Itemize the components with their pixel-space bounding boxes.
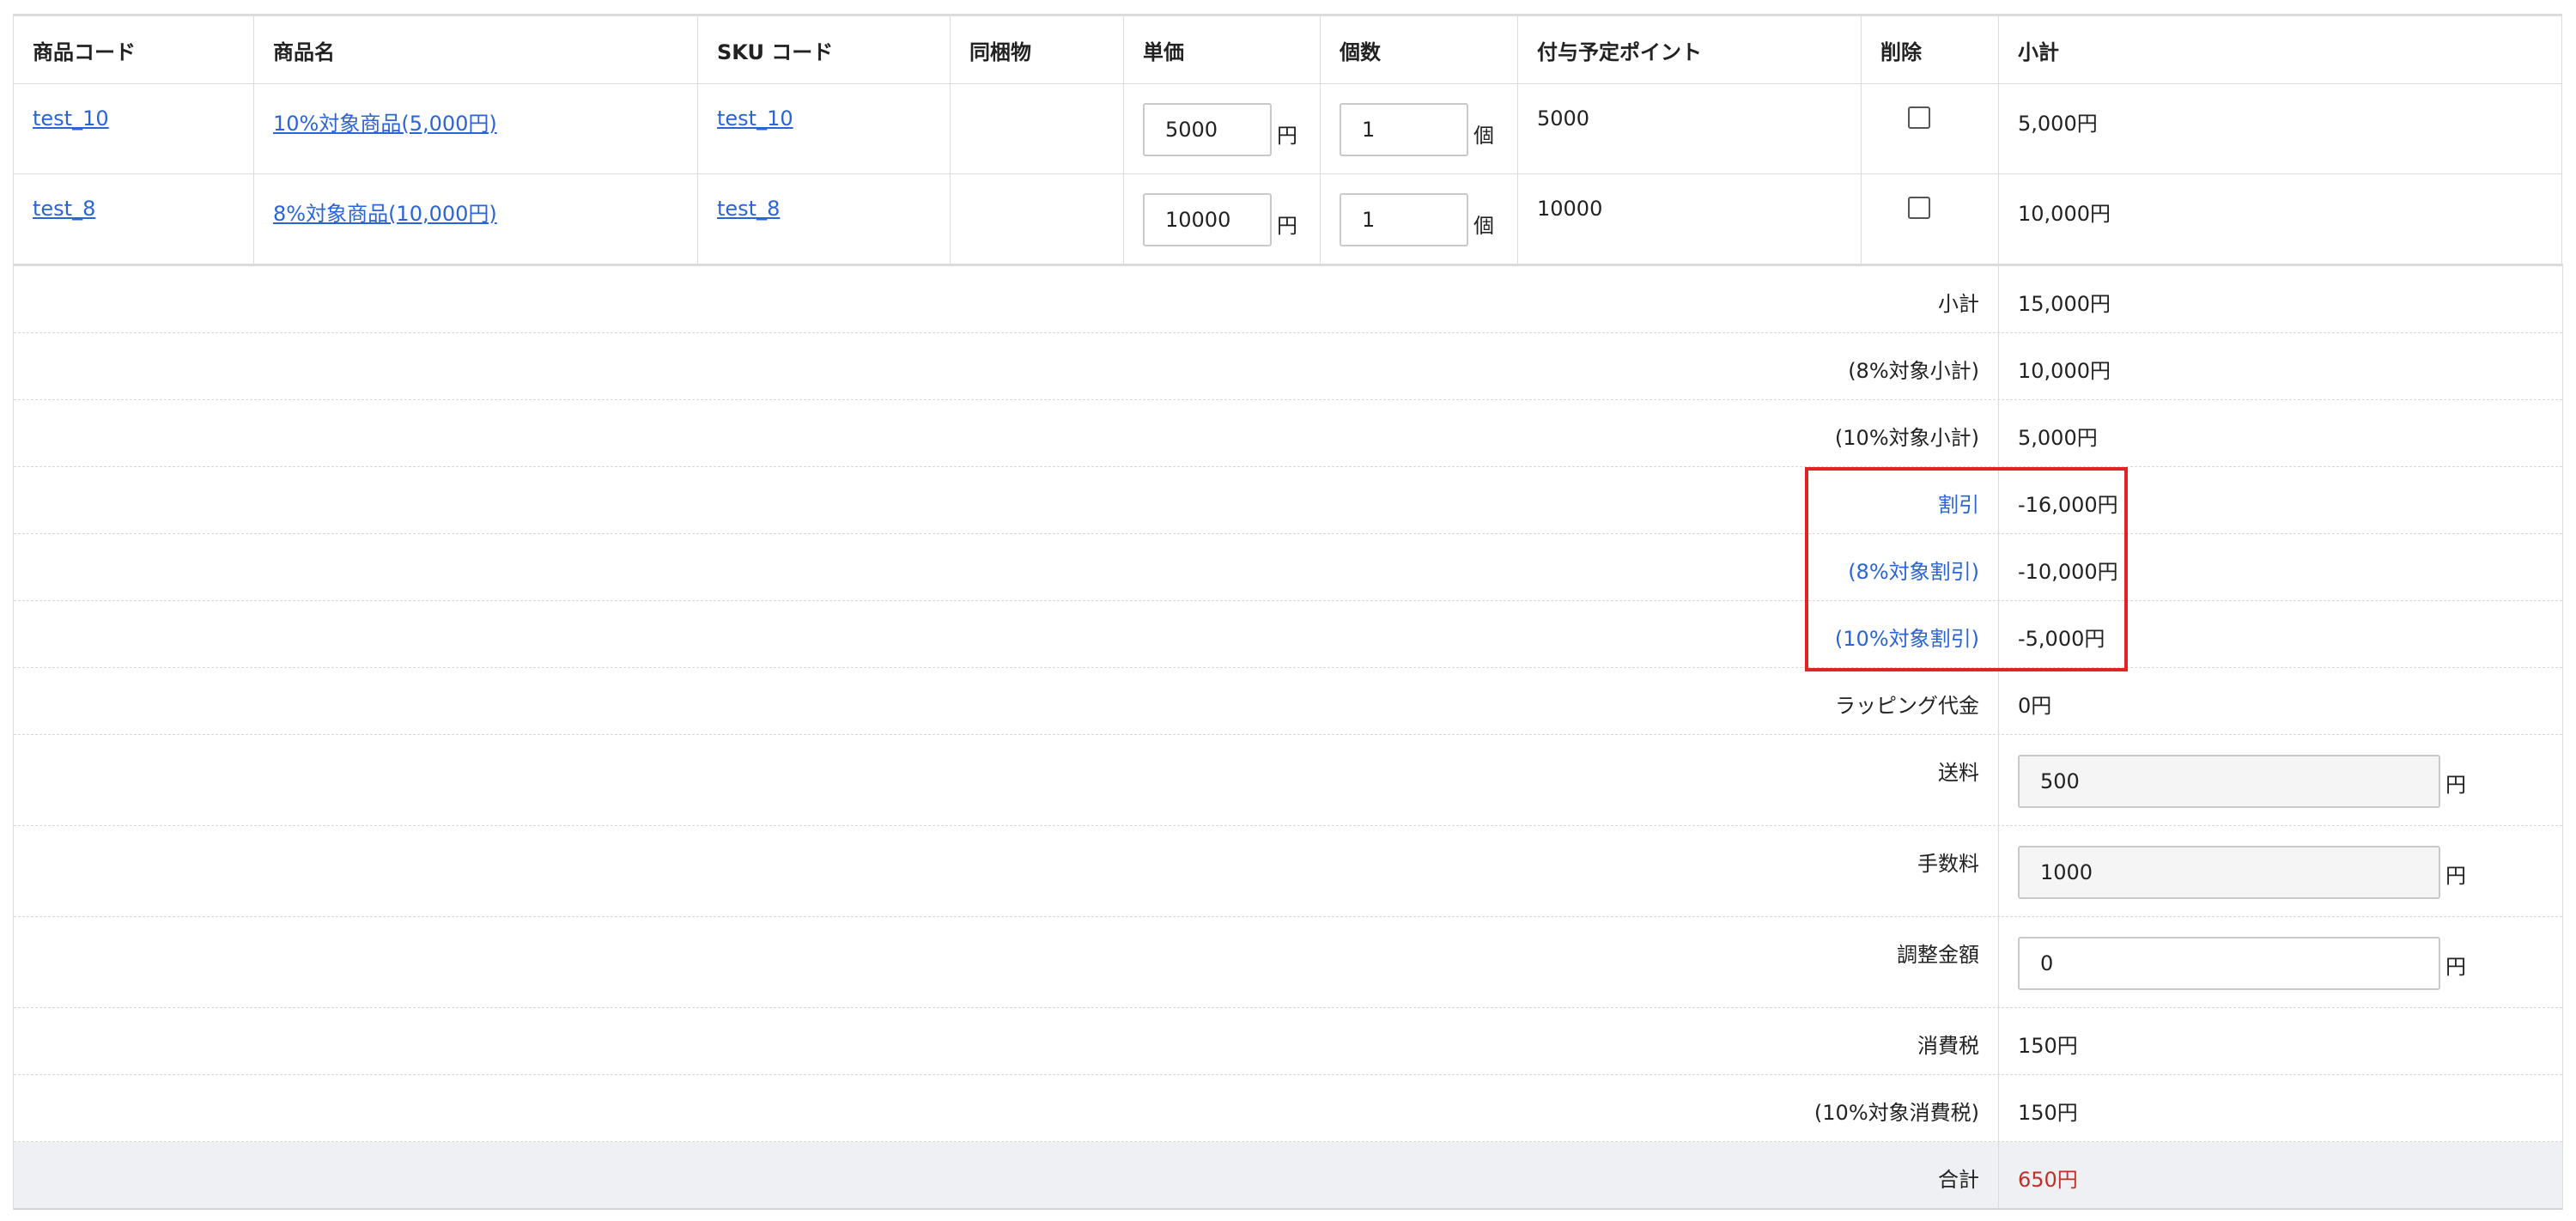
fee-input[interactable]: 1000 — [2018, 846, 2440, 899]
header-points: 付与予定ポイント — [1517, 15, 1862, 84]
adjustment-input[interactable]: 0 — [2018, 937, 2440, 990]
table-row: test_8 8%対象商品(10,000円) test_8 10000 円 1個 … — [13, 173, 2562, 264]
adjustment-label: 調整金額 — [14, 917, 1999, 1007]
row-subtotal: 5,000円 — [1998, 83, 2562, 174]
fee-label: 手数料 — [14, 826, 1999, 916]
product-code-link[interactable]: test_8 — [33, 197, 95, 221]
summary-row-subtotal-10: (10%対象小計) 5,000円 — [14, 400, 2562, 467]
header-subtotal: 小計 — [1998, 15, 2562, 84]
subtotal-10-value: 5,000円 — [2018, 426, 2098, 450]
delete-checkbox[interactable] — [1908, 106, 1930, 129]
quantity-input[interactable]: 1 — [1340, 103, 1468, 156]
summary-row-adjustment: 調整金額 0円 — [14, 917, 2562, 1008]
discount-10-value: -5,000円 — [2018, 627, 2105, 651]
wrapping-label: ラッピング代金 — [14, 668, 1999, 734]
adjustment-unit: 円 — [2445, 955, 2466, 979]
product-name-link[interactable]: 10%対象商品(5,000円) — [273, 112, 497, 136]
unit-price-input[interactable]: 5000 — [1143, 103, 1272, 156]
discount-8-value: -10,000円 — [2018, 560, 2118, 584]
summary-row-tax-10: (10%対象消費税) 150円 — [14, 1075, 2562, 1142]
header-quantity: 個数 — [1320, 15, 1518, 84]
header-delete: 削除 — [1861, 15, 1999, 84]
subtotal-8-label: (8%対象小計) — [14, 333, 1999, 399]
shipping-input[interactable]: 500 — [2018, 755, 2440, 808]
order-items-section: 商品コード 商品名 SKU コード 同梱物 単価 個数 付与予定ポイント 削除 … — [13, 14, 2562, 264]
unit-price-unit: 円 — [1277, 124, 1297, 148]
tax-10-label: (10%対象消費税) — [14, 1075, 1999, 1141]
discount-8-label: (8%対象割引) — [14, 534, 1999, 600]
summary-row-discount-10: (10%対象割引) -5,000円 — [14, 601, 2562, 668]
fee-unit: 円 — [2445, 864, 2466, 888]
subtotal-value: 15,000円 — [2018, 292, 2111, 316]
bundled-cell — [950, 173, 1124, 264]
summary-row-fee: 手数料 1000 円 — [14, 826, 2562, 917]
summary-row-discount-8: (8%対象割引) -10,000円 — [14, 534, 2562, 601]
header-sku-code: SKU コード — [697, 15, 951, 84]
quantity-unit: 個 — [1473, 214, 1494, 238]
summary-row-wrapping: ラッピング代金 0円 — [14, 668, 2562, 735]
header-bundled: 同梱物 — [950, 15, 1124, 84]
product-name-link[interactable]: 8%対象商品(10,000円) — [273, 202, 497, 226]
discount-value: -16,000円 — [2018, 493, 2118, 517]
header-product-code: 商品コード — [13, 15, 254, 84]
header-product-name: 商品名 — [253, 15, 698, 84]
sku-code-link[interactable]: test_8 — [717, 197, 780, 221]
delete-checkbox[interactable] — [1908, 197, 1930, 219]
discount-label: 割引 — [14, 467, 1999, 533]
shipping-unit: 円 — [2445, 773, 2466, 797]
summary-row-tax: 消費税 150円 — [14, 1008, 2562, 1075]
subtotal-8-value: 10,000円 — [2018, 359, 2111, 383]
summary-row-shipping: 送料 500 円 — [14, 735, 2562, 826]
sku-code-link[interactable]: test_10 — [717, 106, 793, 131]
tax-10-value: 150円 — [2018, 1101, 2078, 1125]
header-unit-price: 単価 — [1123, 15, 1321, 84]
points-value: 5000 — [1517, 83, 1862, 174]
shipping-label: 送料 — [14, 735, 1999, 825]
discount-10-label: (10%対象割引) — [14, 601, 1999, 667]
summary-row-discount: 割引 -16,000円 — [14, 467, 2562, 534]
points-value: 10000 — [1517, 173, 1862, 264]
product-code-link[interactable]: test_10 — [33, 106, 109, 131]
summary-row-total: 合計 650円 — [14, 1142, 2562, 1210]
order-summary: 小計 15,000円 (8%対象小計) 10,000円 (10%対象小計) 5,… — [13, 264, 2563, 1210]
wrapping-value: 0円 — [2018, 694, 2052, 718]
quantity-unit: 個 — [1473, 124, 1494, 148]
table-row: test_10 10%対象商品(5,000円) test_10 5000 円 1個… — [13, 83, 2562, 174]
row-subtotal: 10,000円 — [1998, 173, 2562, 264]
tax-value: 150円 — [2018, 1034, 2078, 1058]
unit-price-input[interactable]: 10000 — [1143, 193, 1272, 246]
total-value: 650円 — [2018, 1168, 2078, 1192]
bundled-cell — [950, 83, 1124, 174]
subtotal-label: 小計 — [14, 266, 1999, 332]
tax-label: 消費税 — [14, 1008, 1999, 1074]
table-header-row: 商品コード 商品名 SKU コード 同梱物 単価 個数 付与予定ポイント 削除 … — [13, 15, 2562, 84]
order-items-table: 商品コード 商品名 SKU コード 同梱物 単価 個数 付与予定ポイント 削除 … — [13, 14, 2562, 264]
summary-row-subtotal: 小計 15,000円 — [14, 266, 2562, 333]
unit-price-unit: 円 — [1277, 214, 1297, 238]
summary-row-subtotal-8: (8%対象小計) 10,000円 — [14, 333, 2562, 400]
subtotal-10-label: (10%対象小計) — [14, 400, 1999, 466]
quantity-input[interactable]: 1 — [1340, 193, 1468, 246]
total-label: 合計 — [14, 1142, 1999, 1208]
